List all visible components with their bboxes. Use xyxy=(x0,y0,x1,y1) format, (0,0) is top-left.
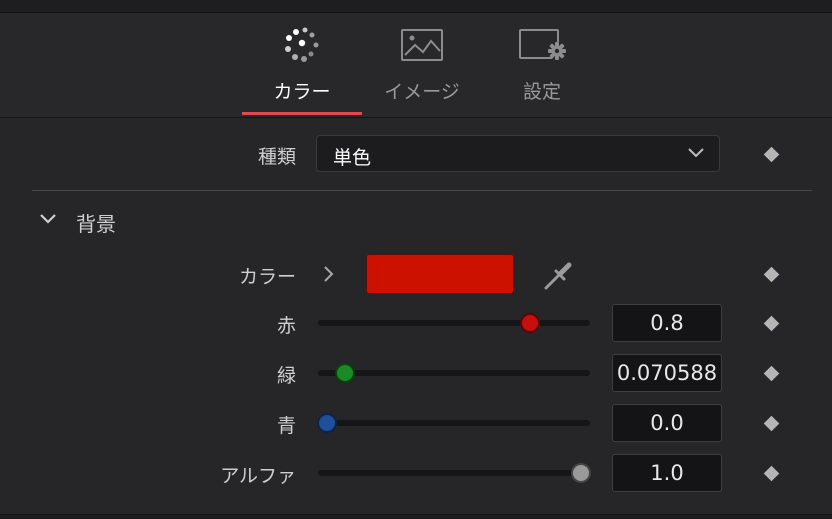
slider-knob[interactable] xyxy=(334,363,355,383)
channel-label: 緑 xyxy=(276,365,296,387)
section-collapse-chevron-icon[interactable] xyxy=(38,212,58,226)
channel-value-field[interactable]: 1.0 xyxy=(612,454,722,492)
chevron-down-icon xyxy=(688,148,704,158)
type-dropdown[interactable]: 単色 xyxy=(316,135,720,172)
settings-gear-icon xyxy=(519,29,566,60)
section-title[interactable]: 背景 xyxy=(76,208,116,237)
keyframe-diamond-icon[interactable] xyxy=(763,365,780,382)
chevron-right-icon[interactable] xyxy=(322,265,336,283)
section-divider xyxy=(32,190,812,191)
color-label: カラー xyxy=(238,266,296,288)
keyframe-diamond-icon[interactable] xyxy=(763,315,780,332)
keyframe-diamond-icon[interactable] xyxy=(763,266,780,283)
channel-label: アルファ xyxy=(220,465,296,487)
active-tab-indicator xyxy=(242,112,362,115)
eyedropper-icon[interactable] xyxy=(542,258,576,292)
channel-slider[interactable] xyxy=(318,363,590,383)
type-label: 種類 xyxy=(257,146,296,168)
tab-image-label: イメージ xyxy=(384,81,460,103)
slider-knob[interactable] xyxy=(520,313,541,333)
slider-knob[interactable] xyxy=(571,463,591,483)
color-dots-icon xyxy=(285,27,319,62)
channel-value-field[interactable]: 0.070588 xyxy=(612,354,722,392)
channel-value-field[interactable]: 0.8 xyxy=(612,304,722,342)
slider-knob[interactable] xyxy=(317,413,337,433)
color-swatch[interactable] xyxy=(366,254,514,294)
image-icon xyxy=(401,29,443,61)
keyframe-diamond-icon[interactable] xyxy=(763,146,780,163)
tab-settings-label: 設定 xyxy=(522,81,561,103)
tab-color[interactable]: カラー xyxy=(242,13,362,117)
keyframe-diamond-icon[interactable] xyxy=(763,465,780,482)
tab-image[interactable]: イメージ xyxy=(372,13,472,117)
channel-label: 青 xyxy=(276,415,296,437)
top-bar xyxy=(0,0,832,13)
tab-settings[interactable]: 設定 xyxy=(498,13,586,117)
type-dropdown-value: 単色 xyxy=(333,147,372,169)
channel-slider[interactable] xyxy=(317,413,590,433)
channel-value-field[interactable]: 0.0 xyxy=(612,404,722,442)
keyframe-diamond-icon[interactable] xyxy=(763,415,780,432)
channel-slider[interactable] xyxy=(318,313,590,333)
tab-bar: カラー イメージ 設定 xyxy=(0,13,832,118)
bottom-edge xyxy=(0,514,832,519)
tab-color-label: カラー xyxy=(273,81,331,103)
channel-slider[interactable] xyxy=(318,463,591,483)
channel-label: 赤 xyxy=(276,315,296,337)
